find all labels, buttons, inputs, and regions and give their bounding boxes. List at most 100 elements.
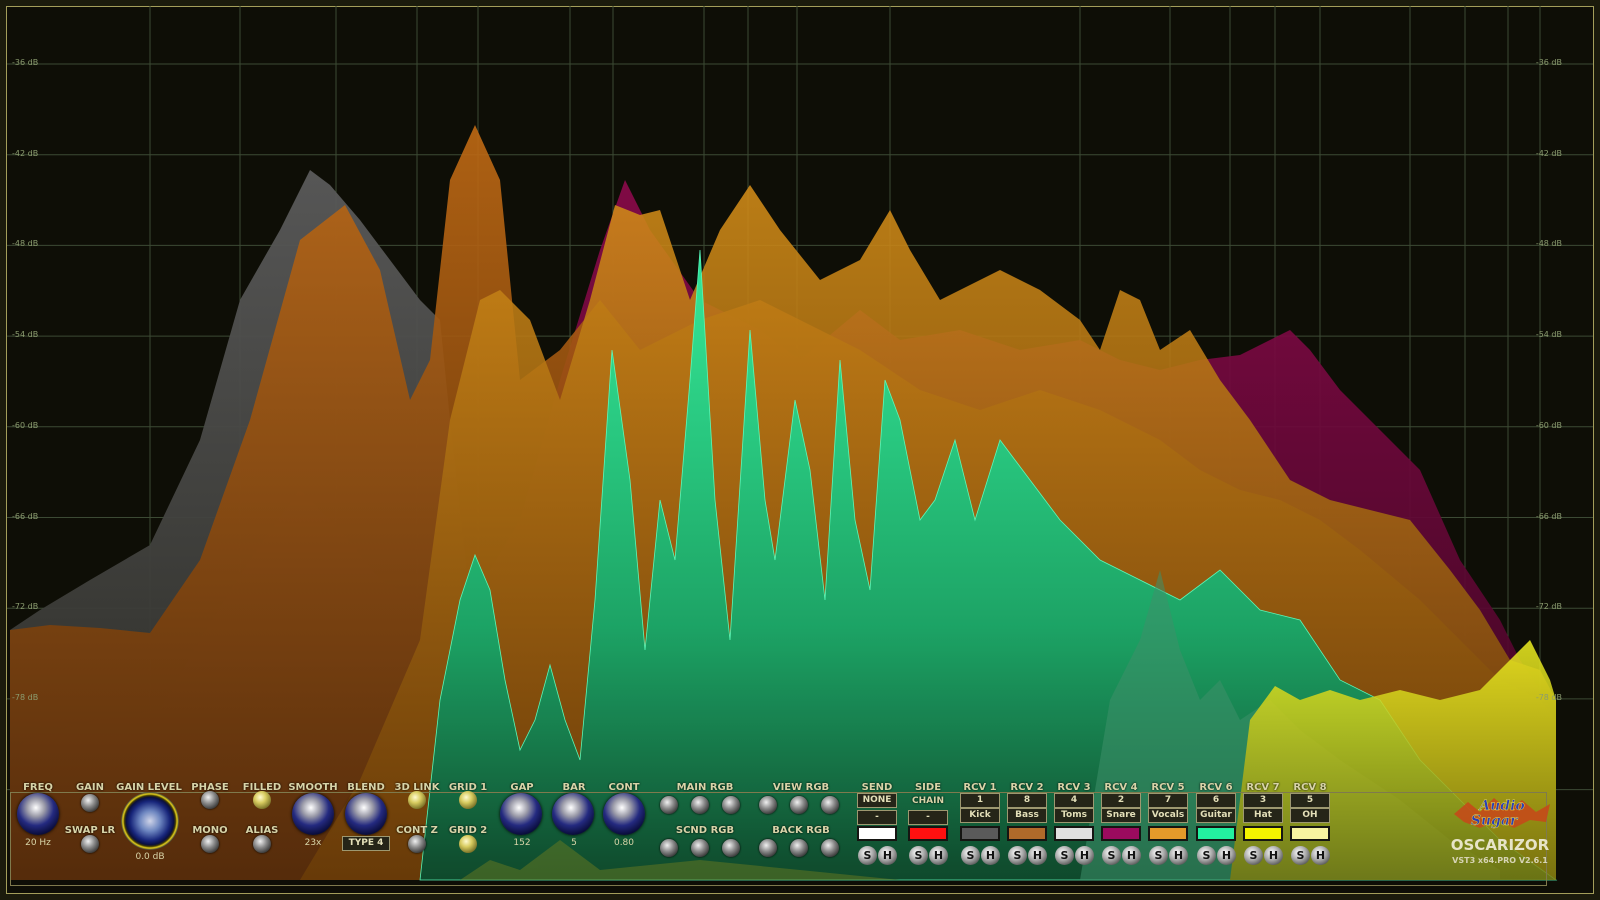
hide-button[interactable]: H (1217, 846, 1236, 865)
main-rgb-label: MAIN RGB (676, 782, 734, 793)
channel-name-button[interactable]: Vocals (1148, 808, 1188, 823)
channel-slot-button[interactable]: 7 (1148, 793, 1188, 808)
channel-name-button[interactable]: Hat (1243, 808, 1283, 823)
grid-2-knob[interactable] (459, 835, 477, 853)
scnd-rgb-r-knob[interactable] (660, 839, 678, 857)
channel-color-swatch[interactable] (1101, 826, 1141, 841)
db-label-left: -48 dB (12, 239, 39, 249)
channel-color-swatch[interactable] (1196, 826, 1236, 841)
hide-button[interactable]: H (981, 846, 1000, 865)
channel-slot-button[interactable]: 1 (960, 793, 1000, 808)
channel-slot-button[interactable]: NONE (857, 793, 897, 808)
channel-name-button[interactable]: - (857, 810, 897, 825)
gap-label: GAP (510, 782, 534, 793)
gap-knob[interactable] (500, 793, 542, 835)
back-rgb-g-knob[interactable] (790, 839, 808, 857)
view-rgb-g-knob[interactable] (790, 796, 808, 814)
channel-name-button[interactable]: - (908, 810, 948, 825)
gain-knob[interactable] (81, 794, 99, 812)
cont-knob[interactable] (603, 793, 645, 835)
channel-name-button[interactable]: Kick (960, 808, 1000, 823)
channel-color-swatch[interactable] (1007, 826, 1047, 841)
db-label-right: -48 dB (1535, 239, 1562, 249)
channel-slot-button[interactable]: 8 (1007, 793, 1047, 808)
phase-knob[interactable] (201, 791, 219, 809)
channel-slot-button[interactable]: 2 (1101, 793, 1141, 808)
channel-color-swatch[interactable] (908, 826, 948, 841)
hide-button[interactable]: H (878, 846, 897, 865)
solo-button[interactable]: S (909, 846, 928, 865)
channel-label: RCV 6 (1199, 782, 1233, 793)
hide-button[interactable]: H (929, 846, 948, 865)
svg-text:Audio: Audio (1477, 798, 1525, 814)
smooth-value: 23x (304, 838, 322, 848)
hide-button[interactable]: H (1264, 846, 1283, 865)
main-rgb-b-knob[interactable] (722, 796, 740, 814)
blend-type-button[interactable]: TYPE 4 (342, 836, 390, 851)
mono-knob[interactable] (201, 835, 219, 853)
view-rgb-r-knob[interactable] (759, 796, 777, 814)
alias-knob[interactable] (253, 835, 271, 853)
solo-button[interactable]: S (1055, 846, 1074, 865)
main-rgb-g-knob[interactable] (691, 796, 709, 814)
channel-color-swatch[interactable] (1054, 826, 1094, 841)
grid-1-knob[interactable] (459, 791, 477, 809)
plugin-name: OSCARIZOR (1450, 836, 1550, 854)
solo-button[interactable]: S (1102, 846, 1121, 865)
scnd-rgb-b-knob[interactable] (722, 839, 740, 857)
channel-slot-button[interactable]: 5 (1290, 793, 1330, 808)
main-rgb-r-knob[interactable] (660, 796, 678, 814)
channel-color-swatch[interactable] (1290, 826, 1330, 841)
solo-button[interactable]: S (1197, 846, 1216, 865)
channel-name-button[interactable]: OH (1290, 808, 1330, 823)
solo-button[interactable]: S (961, 846, 980, 865)
channel-label: RCV 5 (1151, 782, 1185, 793)
back-rgb-b-knob[interactable] (821, 839, 839, 857)
view-rgb-b-knob[interactable] (821, 796, 839, 814)
channel-name-button[interactable]: Guitar (1196, 808, 1236, 823)
channel-name-button[interactable]: Toms (1054, 808, 1094, 823)
solo-button[interactable]: S (1008, 846, 1027, 865)
plugin-window: -36 dB -36 dB -42 dB -42 dB -48 dB -48 dB -54 … (0, 0, 1600, 900)
swap-lr-knob[interactable] (81, 835, 99, 853)
db-label-right: -78 dB (1535, 692, 1562, 702)
solo-button[interactable]: S (858, 846, 877, 865)
svg-text:Sugar: Sugar (1471, 813, 1519, 829)
hide-button[interactable]: H (1311, 846, 1330, 865)
gain-level-knob[interactable] (121, 792, 179, 850)
solo-button[interactable]: S (1244, 846, 1263, 865)
channel-name-button[interactable]: Bass (1007, 808, 1047, 823)
db-label-left: -72 dB (12, 602, 39, 612)
channel-color-swatch[interactable] (857, 826, 897, 841)
db-label-left: -42 dB (12, 148, 39, 158)
channel-name-button[interactable]: Snare (1101, 808, 1141, 823)
cont-z-knob[interactable] (408, 835, 426, 853)
scnd-rgb-g-knob[interactable] (691, 839, 709, 857)
solo-button[interactable]: S (1149, 846, 1168, 865)
bar-knob[interactable] (552, 793, 594, 835)
freq-knob[interactable] (17, 793, 59, 835)
channel-label: RCV 8 (1293, 782, 1327, 793)
hide-button[interactable]: H (1169, 846, 1188, 865)
blend-label: BLEND (347, 782, 385, 793)
channel-color-swatch[interactable] (960, 826, 1000, 841)
back-rgb-r-knob[interactable] (759, 839, 777, 857)
channel-color-swatch[interactable] (1148, 826, 1188, 841)
db-label-right: -54 dB (1535, 330, 1562, 340)
channel-label: RCV 4 (1104, 782, 1138, 793)
smooth-knob[interactable] (292, 793, 334, 835)
filled-knob[interactable] (253, 791, 271, 809)
channel-slot-button[interactable]: 3 (1243, 793, 1283, 808)
hide-button[interactable]: H (1122, 846, 1141, 865)
solo-button[interactable]: S (1291, 846, 1310, 865)
3d-link-knob[interactable] (408, 791, 426, 809)
hide-button[interactable]: H (1075, 846, 1094, 865)
blend-knob[interactable] (345, 793, 387, 835)
gap-value: 152 (513, 838, 531, 848)
smooth-label: SMOOTH (288, 782, 338, 793)
channel-color-swatch[interactable] (1243, 826, 1283, 841)
hide-button[interactable]: H (1028, 846, 1047, 865)
channel-slot-button[interactable]: 6 (1196, 793, 1236, 808)
channel-slot-button[interactable]: 4 (1054, 793, 1094, 808)
db-label-left: -66 dB (12, 511, 39, 521)
